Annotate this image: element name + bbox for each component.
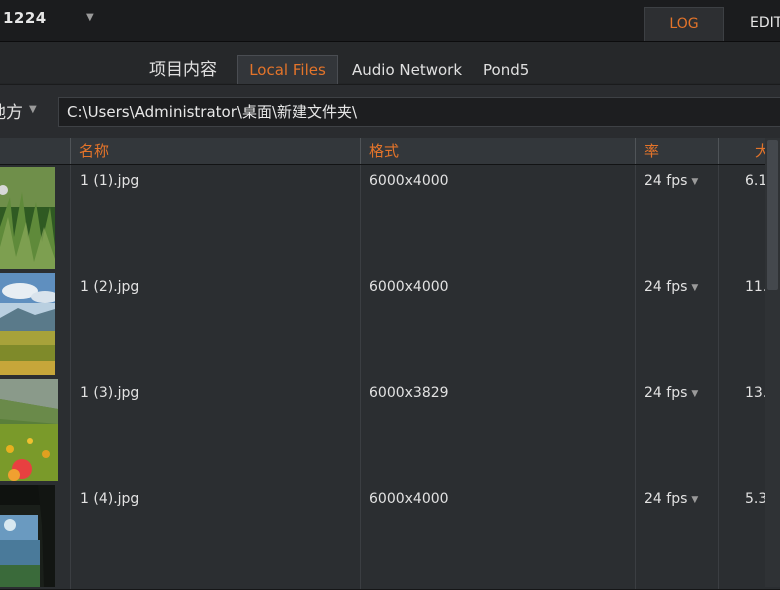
file-name: 1 (3).jpg — [70, 377, 360, 483]
tab-audio-network[interactable]: Audio Network — [352, 61, 462, 79]
file-format: 6000x4000 — [360, 271, 635, 377]
tab-pond5[interactable]: Pond5 — [483, 61, 529, 79]
chevron-down-icon[interactable]: ▼ — [691, 177, 698, 187]
table-row[interactable]: 1 (3).jpg 6000x3829 24 fps ▼ 13.5 — [0, 377, 780, 484]
column-header-rate[interactable]: 率 — [635, 138, 718, 164]
chevron-down-icon[interactable]: ▼ — [691, 389, 698, 399]
column-header-format[interactable]: 格式 — [360, 138, 635, 164]
source-tabs-bar: 项目内容 Local Files Audio Network Pond5 — [0, 42, 780, 84]
tab-log[interactable]: LOG — [644, 7, 724, 41]
file-list: 1 (1).jpg 6000x4000 24 fps ▼ 6.1 1 (2).jp… — [0, 165, 780, 590]
path-input[interactable]: C:\Users\Administrator\桌面\新建文件夹\ — [58, 97, 780, 127]
file-format: 6000x4000 — [360, 165, 635, 271]
table-row[interactable]: 1 (2).jpg 6000x4000 24 fps ▼ 11.5 — [0, 271, 780, 378]
location-bar: 地方 ▼ C:\Users\Administrator\桌面\新建文件夹\ — [0, 84, 780, 138]
file-name: 1 (2).jpg — [70, 271, 360, 377]
chevron-down-icon[interactable]: ▼ — [691, 283, 698, 293]
tab-edit[interactable]: EDIT — [725, 7, 780, 41]
location-dropdown-icon[interactable]: ▼ — [29, 104, 37, 115]
thumbnail[interactable] — [0, 377, 70, 483]
column-header-thumbnail[interactable] — [0, 138, 70, 164]
location-dropdown[interactable]: 地方 — [0, 98, 23, 123]
tab-project-content[interactable]: 项目内容 — [149, 55, 217, 80]
frame-rate-select[interactable]: 24 fps ▼ — [635, 483, 718, 589]
frame-rate-select[interactable]: 24 fps ▼ — [635, 165, 718, 271]
table-row[interactable]: 1 (4).jpg 6000x4000 24 fps ▼ 5.3 — [0, 483, 780, 590]
frame-rate-value: 24 fps — [644, 173, 688, 189]
table-row[interactable]: 1 (1).jpg 6000x4000 24 fps ▼ 6.1 — [0, 165, 780, 272]
column-header-name[interactable]: 名称 — [70, 138, 360, 164]
file-name: 1 (1).jpg — [70, 165, 360, 271]
thumbnail-image-mountain — [0, 273, 55, 375]
thumbnail-image-tree — [0, 485, 55, 587]
project-name[interactable]: 1224 — [3, 9, 47, 27]
frame-rate-select[interactable]: 24 fps ▼ — [635, 377, 718, 483]
file-format: 6000x3829 — [360, 377, 635, 483]
file-list-header: 名称 格式 率 大 — [0, 138, 780, 165]
scrollbar-thumb[interactable] — [767, 140, 778, 290]
thumbnail-image-grass — [0, 167, 55, 269]
thumbnail[interactable] — [0, 271, 70, 377]
frame-rate-value: 24 fps — [644, 385, 688, 401]
frame-rate-value: 24 fps — [644, 279, 688, 295]
frame-rate-value: 24 fps — [644, 491, 688, 507]
frame-rate-select[interactable]: 24 fps ▼ — [635, 271, 718, 377]
project-dropdown-icon[interactable]: ▼ — [86, 12, 94, 23]
file-format: 6000x4000 — [360, 483, 635, 589]
thumbnail-image-flowers — [0, 379, 58, 481]
chevron-down-icon[interactable]: ▼ — [691, 495, 698, 505]
file-name: 1 (4).jpg — [70, 483, 360, 589]
thumbnail[interactable] — [0, 483, 70, 589]
thumbnail[interactable] — [0, 165, 70, 271]
tab-local-files[interactable]: Local Files — [237, 55, 338, 84]
